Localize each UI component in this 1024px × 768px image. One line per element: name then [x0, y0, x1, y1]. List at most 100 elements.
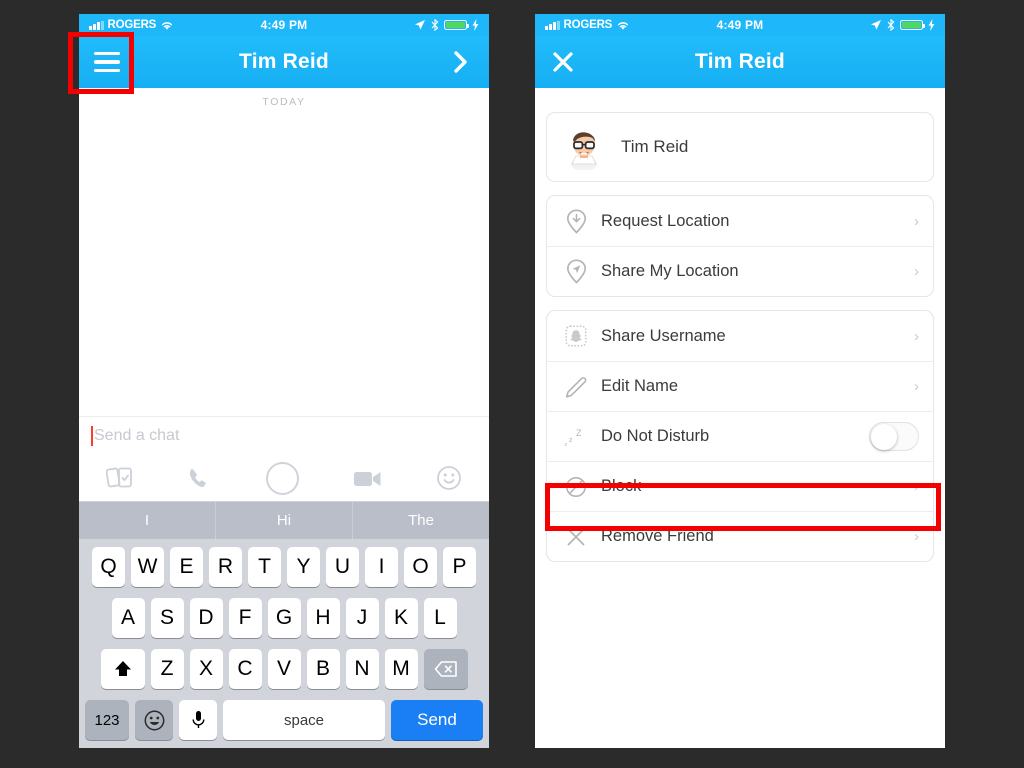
chevron-right-icon: › — [914, 528, 919, 545]
camera-capture-button[interactable] — [265, 461, 299, 495]
phone-call-icon — [190, 468, 207, 487]
right-phone-screen: ROGERS 4:49 PM Tim Reid Tim Reid Request… — [535, 14, 945, 748]
photos-gallery-button[interactable] — [105, 465, 134, 491]
key-i[interactable]: I — [365, 547, 398, 587]
camera-capture-icon — [265, 461, 299, 495]
bluetooth-icon — [887, 19, 895, 31]
menu-item-remove-friend[interactable]: Remove Friend › — [547, 511, 933, 561]
photos-gallery-icon — [105, 467, 132, 488]
menu-item-share-username[interactable]: Share Username › — [547, 311, 933, 361]
chevron-right-icon: › — [914, 327, 919, 345]
page-title: Tim Reid — [239, 50, 329, 73]
on-screen-keyboard: Q W E R T Y U I O P A S D F G H J K L Z … — [79, 539, 489, 748]
status-bar-left: ROGERS 4:49 PM — [79, 14, 489, 36]
hamburger-menu-icon — [94, 51, 120, 73]
key-c[interactable]: C — [228, 649, 262, 689]
video-call-icon — [353, 471, 381, 486]
menu-item-label: Do Not Disturb — [601, 427, 710, 445]
key-e[interactable]: E — [170, 547, 203, 587]
battery-icon — [444, 20, 469, 30]
date-divider: TODAY — [79, 88, 489, 108]
key-p[interactable]: P — [443, 547, 476, 587]
keyboard-row-4: 123 space Send — [82, 700, 486, 740]
space-key[interactable]: space — [223, 700, 385, 740]
dictation-key[interactable] — [179, 700, 217, 740]
chevron-right-icon: › — [914, 263, 919, 280]
page-title: Tim Reid — [695, 50, 785, 73]
bluetooth-icon — [431, 19, 439, 31]
profile-name: Tim Reid — [621, 137, 689, 156]
svg-text:z: z — [569, 437, 573, 444]
key-g[interactable]: G — [267, 598, 301, 638]
key-h[interactable]: H — [306, 598, 340, 638]
location-arrow-icon — [415, 20, 425, 30]
svg-text:Z: Z — [576, 428, 582, 438]
menu-item-edit-name[interactable]: Edit Name › — [547, 361, 933, 411]
key-u[interactable]: U — [326, 547, 359, 587]
key-a[interactable]: A — [111, 598, 145, 638]
text-cursor — [91, 426, 93, 446]
key-f[interactable]: F — [228, 598, 262, 638]
suggestion-item-2[interactable]: Hi — [215, 502, 352, 539]
key-y[interactable]: Y — [287, 547, 320, 587]
close-sheet-button[interactable] — [535, 36, 591, 88]
video-call-button[interactable] — [353, 468, 383, 489]
key-v[interactable]: V — [267, 649, 301, 689]
friend-actions-card: Share Username › Edit Name › Z z z Do No… — [546, 310, 934, 562]
charging-bolt-icon — [928, 19, 935, 31]
shift-icon — [114, 661, 131, 676]
typing-suggestions-bar: I Hi The — [79, 501, 489, 539]
suggestion-item-3[interactable]: The — [352, 502, 489, 539]
forward-chevron-button[interactable] — [433, 36, 489, 88]
chat-input-placeholder: Send a chat — [94, 427, 180, 444]
menu-item-request-location[interactable]: Request Location › — [547, 196, 933, 246]
key-w[interactable]: W — [131, 547, 164, 587]
left-navigation-bar: Tim Reid — [79, 36, 489, 88]
key-s[interactable]: S — [150, 598, 184, 638]
do-not-disturb-toggle[interactable] — [869, 422, 919, 451]
backspace-key[interactable] — [423, 649, 468, 689]
key-x[interactable]: X — [189, 649, 223, 689]
chat-composer: Send a chat — [79, 416, 489, 501]
key-t[interactable]: T — [248, 547, 281, 587]
menu-item-do-not-disturb[interactable]: Z z z Do Not Disturb — [547, 411, 933, 461]
chevron-right-icon — [454, 51, 467, 73]
key-d[interactable]: D — [189, 598, 223, 638]
key-k[interactable]: K — [384, 598, 418, 638]
pencil-edit-icon — [561, 376, 591, 398]
keyboard-row-1: Q W E R T Y U I O P — [82, 547, 486, 587]
key-j[interactable]: J — [345, 598, 379, 638]
chevron-right-icon: › — [914, 212, 919, 230]
status-bar-right: ROGERS 4:49 PM — [535, 14, 945, 36]
menu-item-label: Share My Location — [601, 262, 739, 280]
nav-right-spacer — [889, 36, 945, 88]
profile-row[interactable]: Tim Reid — [547, 113, 933, 181]
menu-item-share-my-location[interactable]: Share My Location › — [547, 246, 933, 296]
hamburger-menu-button[interactable] — [79, 36, 135, 88]
numbers-key[interactable]: 123 — [85, 700, 129, 740]
menu-item-block[interactable]: Block › — [547, 461, 933, 511]
key-r[interactable]: R — [209, 547, 242, 587]
bitmoji-avatar — [571, 132, 597, 170]
keyboard-row-2: A S D F G H J K L — [82, 598, 486, 638]
sticker-emoji-button[interactable] — [436, 465, 462, 491]
key-m[interactable]: M — [384, 649, 418, 689]
microphone-icon — [192, 711, 204, 728]
send-key[interactable]: Send — [391, 700, 483, 740]
emoji-icon — [144, 710, 164, 730]
key-b[interactable]: B — [306, 649, 340, 689]
suggestion-item-1[interactable]: I — [79, 502, 215, 539]
profile-card: Tim Reid — [546, 112, 934, 182]
key-o[interactable]: O — [404, 547, 437, 587]
shift-key[interactable] — [100, 649, 145, 689]
snapcode-icon — [561, 325, 591, 347]
menu-item-label: Edit Name — [601, 377, 679, 395]
key-l[interactable]: L — [423, 598, 457, 638]
key-z[interactable]: Z — [150, 649, 184, 689]
phone-call-button[interactable] — [187, 466, 212, 491]
chat-input-field[interactable]: Send a chat — [79, 417, 489, 455]
location-options-card: Request Location › Share My Location › — [546, 195, 934, 297]
key-n[interactable]: N — [345, 649, 379, 689]
key-q[interactable]: Q — [92, 547, 125, 587]
emoji-key[interactable] — [135, 700, 173, 740]
